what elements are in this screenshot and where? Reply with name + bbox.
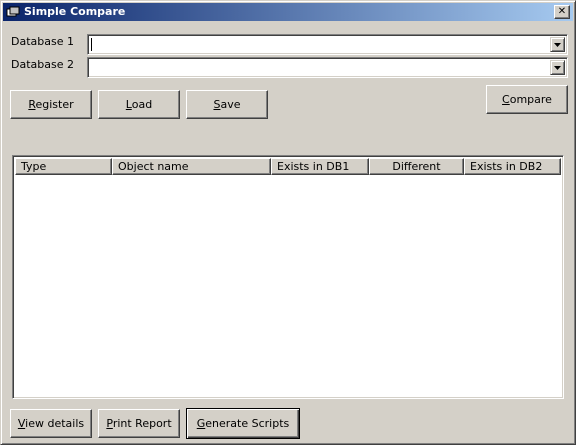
close-button[interactable]: ✕ [554, 5, 570, 19]
column-header-object-name[interactable]: Object name [112, 158, 271, 175]
register-accel: R [28, 98, 36, 111]
save-label: ave [220, 98, 241, 111]
window-title: Simple Compare [24, 5, 126, 18]
chevron-down-icon [554, 66, 561, 70]
print-report-label: rint Report [112, 417, 172, 430]
database-2-combo[interactable] [87, 57, 568, 78]
print-report-button[interactable]: Print Report [98, 409, 180, 438]
view-details-label: iew details [25, 417, 85, 430]
app-icon [6, 5, 20, 19]
database-1-dropdown-button[interactable] [550, 37, 565, 52]
database-2-label: Database 2 [11, 58, 74, 71]
register-label: egister [35, 98, 74, 111]
database-1-combo[interactable] [87, 34, 568, 55]
text-caret [91, 38, 92, 51]
chevron-down-icon [554, 43, 561, 47]
load-button[interactable]: Load [98, 90, 180, 119]
compare-accel: C [502, 93, 510, 106]
generate-scripts-label: enerate Scripts [205, 417, 290, 430]
compare-button[interactable]: Compare [486, 85, 568, 114]
column-header-type[interactable]: Type [15, 158, 112, 175]
generate-scripts-button[interactable]: Generate Scripts [186, 408, 300, 439]
generate-scripts-accel: G [196, 417, 206, 430]
load-label: oad [131, 98, 153, 111]
register-button[interactable]: Register [10, 90, 92, 119]
database-1-label: Database 1 [11, 35, 74, 48]
column-header-exists-in-db2[interactable]: Exists in DB2 [464, 158, 561, 175]
view-details-button[interactable]: View details [10, 409, 92, 438]
save-button[interactable]: Save [186, 90, 268, 119]
database-2-dropdown-button[interactable] [550, 60, 565, 75]
app-window: Simple Compare ✕ Database 1 Database 2 R… [0, 0, 576, 445]
title-bar[interactable]: Simple Compare ✕ [3, 3, 573, 21]
list-header: Type Object name Exists in DB1 Different… [15, 158, 561, 175]
column-header-exists-in-db1[interactable]: Exists in DB1 [271, 158, 369, 175]
compare-label: ompare [509, 93, 552, 106]
close-icon: ✕ [557, 6, 567, 17]
results-list[interactable]: Type Object name Exists in DB1 Different… [12, 155, 564, 399]
column-header-different[interactable]: Different [369, 158, 464, 175]
